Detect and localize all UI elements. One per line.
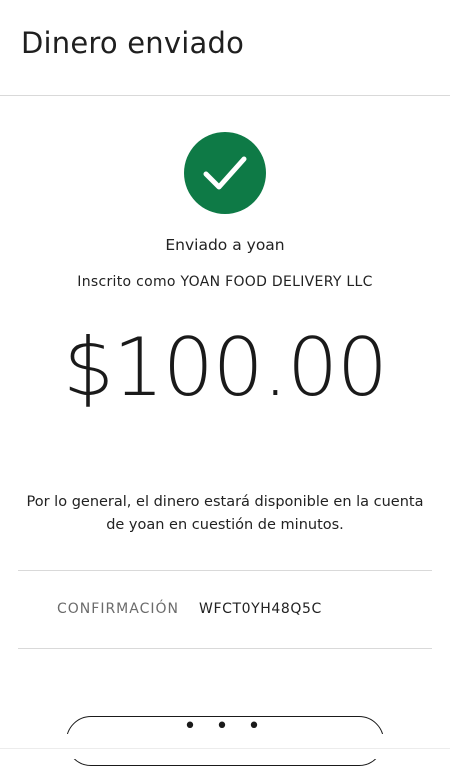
bottom-fade	[0, 734, 450, 759]
bottom-edge	[0, 748, 450, 749]
availability-note: Por lo general, el dinero estará disponi…	[26, 494, 424, 533]
registered-as-text: Inscrito como YOAN FOOD DELIVERY LLC	[77, 274, 373, 290]
page-title: Dinero enviado	[21, 26, 245, 60]
top-header: Dinero enviado	[0, 0, 450, 96]
sent-to-text: Enviado a yoan	[165, 236, 285, 254]
confirmation-number: WFCT0YH48Q5C	[199, 601, 322, 617]
checkmark-icon	[203, 156, 247, 190]
confirmation-label: CONFIRMACIÓN	[57, 601, 179, 617]
amount-display: $100.00	[63, 321, 388, 414]
divider	[18, 648, 432, 649]
divider	[18, 570, 432, 571]
success-checkmark-icon	[184, 132, 266, 214]
